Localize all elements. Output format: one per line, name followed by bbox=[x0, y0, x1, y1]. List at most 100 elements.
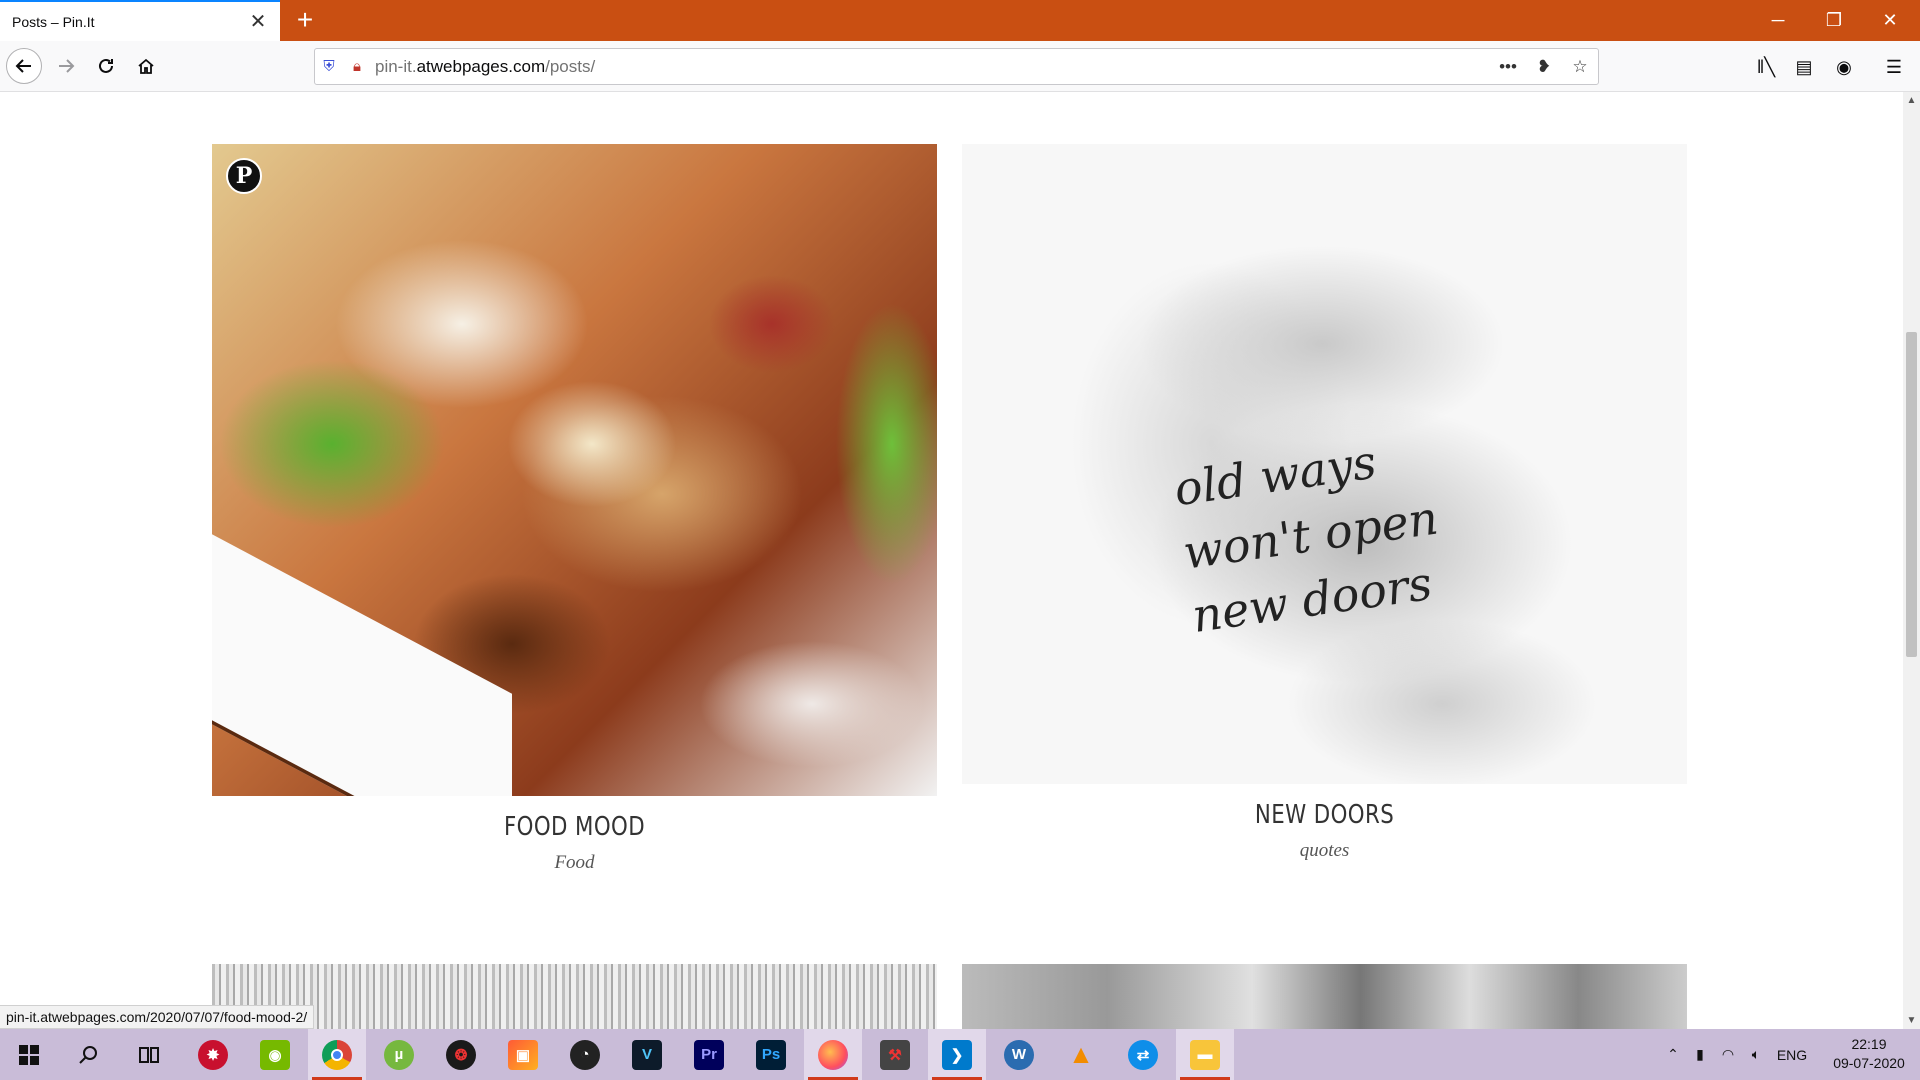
navigation-toolbar: ⛨ 🔒︎ pin-it.atwebpages.com/posts/ ••• ❥ … bbox=[0, 41, 1920, 92]
premiere-icon: Pr bbox=[694, 1039, 724, 1070]
taskbar-app-utorrent[interactable]: µ bbox=[370, 1029, 428, 1080]
clock[interactable]: 22:19 09-07-2020 bbox=[1826, 1035, 1912, 1073]
vscode-icon: ❯ bbox=[942, 1039, 972, 1070]
shield-app-icon: ❂ bbox=[446, 1039, 476, 1070]
sidebar-icon[interactable]: ▤ bbox=[1790, 53, 1818, 81]
search-icon bbox=[79, 1045, 97, 1064]
teamviewer-icon: ⇄ bbox=[1128, 1039, 1158, 1070]
back-button[interactable] bbox=[6, 48, 42, 84]
scroll-down-icon[interactable]: ▼ bbox=[1903, 1012, 1920, 1029]
taskbar-app-firefox[interactable] bbox=[804, 1029, 862, 1080]
system-tray: ⌃ ▮ ◠ 🔈︎ ENG bbox=[1660, 1029, 1814, 1080]
back-arrow-icon bbox=[15, 59, 31, 73]
close-window-icon[interactable]: ✕ bbox=[1862, 0, 1918, 41]
account-icon[interactable]: ◉ bbox=[1830, 53, 1858, 81]
bookmark-star-icon[interactable]: ☆ bbox=[1562, 57, 1598, 77]
nvidia-icon: ◉ bbox=[260, 1039, 290, 1070]
url-host: atwebpages.com bbox=[416, 56, 546, 76]
language-indicator[interactable]: ENG bbox=[1770, 1047, 1814, 1063]
link-status-bar: pin-it.atwebpages.com/2020/07/07/food-mo… bbox=[0, 1005, 315, 1029]
tab-title: Posts – Pin.It bbox=[12, 13, 95, 30]
restore-icon[interactable]: ❐ bbox=[1806, 0, 1862, 41]
red-app-icon: ✸ bbox=[198, 1039, 228, 1070]
clock-date: 09-07-2020 bbox=[1833, 1055, 1905, 1071]
home-button[interactable] bbox=[128, 48, 164, 84]
wifi-icon[interactable]: ◠ bbox=[1714, 1046, 1742, 1063]
taskbar-app-file-explorer[interactable]: ▬ bbox=[1176, 1029, 1234, 1080]
page-viewport: P FOOD MOOD Food old ways won't open new… bbox=[0, 92, 1903, 1029]
photoshop-icon: Ps bbox=[756, 1039, 786, 1070]
post-card-food-mood[interactable]: P FOOD MOOD Food bbox=[212, 144, 937, 874]
url-host-prefix: pin-it. bbox=[375, 56, 417, 76]
clock-time: 22:19 bbox=[1851, 1036, 1887, 1052]
taskbar-app-vlc[interactable]: ▲ bbox=[1052, 1029, 1110, 1080]
tab-close-icon[interactable]: ✕ bbox=[248, 9, 268, 34]
folder-icon: ▬ bbox=[1190, 1039, 1220, 1070]
start-button[interactable] bbox=[0, 1029, 58, 1080]
post-title[interactable]: FOOD MOOD bbox=[277, 812, 872, 842]
post-title[interactable]: NEW DOORS bbox=[1027, 800, 1622, 830]
taskbar-app-w[interactable]: W bbox=[990, 1029, 1048, 1080]
speedometer-icon: ◔ bbox=[570, 1039, 600, 1070]
volume-icon[interactable]: 🔈︎ bbox=[1742, 1046, 1770, 1063]
tab-posts[interactable]: Posts – Pin.It ✕ bbox=[0, 0, 280, 41]
browser-titlebar: Posts – Pin.It ✕ + ─ ❐ ✕ bbox=[0, 0, 1920, 41]
toolbox-icon: ⚒ bbox=[880, 1039, 910, 1070]
taskbar-app-red[interactable]: ✸ bbox=[184, 1029, 242, 1080]
taskbar-app-photoshop[interactable]: Ps bbox=[742, 1029, 800, 1080]
quote-text: old ways won't open new doors bbox=[1170, 412, 1524, 648]
vertical-scrollbar[interactable]: ▲ ▼ bbox=[1903, 92, 1920, 1029]
windows-icon bbox=[19, 1044, 39, 1065]
post-category[interactable]: quotes bbox=[962, 840, 1687, 862]
post-image-quote[interactable]: old ways won't open new doors bbox=[962, 144, 1687, 784]
chrome-icon bbox=[322, 1039, 352, 1070]
taskbar-app-premiere[interactable]: Pr bbox=[680, 1029, 738, 1080]
post-image-food[interactable]: P bbox=[212, 144, 937, 796]
url-bar[interactable]: ⛨ 🔒︎ pin-it.atwebpages.com/posts/ ••• ❥ … bbox=[314, 48, 1599, 85]
taskbar-app-vscode[interactable]: ❯ bbox=[928, 1029, 986, 1080]
task-view-icon bbox=[139, 1046, 159, 1063]
scrollbar-thumb[interactable] bbox=[1906, 332, 1917, 657]
scroll-up-icon[interactable]: ▲ bbox=[1903, 92, 1920, 109]
post-card-new-doors[interactable]: old ways won't open new doors NEW DOORS … bbox=[962, 144, 1687, 862]
search-button[interactable] bbox=[60, 1029, 118, 1080]
box-app-icon: ▣ bbox=[508, 1039, 538, 1070]
url-text[interactable]: pin-it.atwebpages.com/posts/ bbox=[371, 57, 1490, 77]
new-tab-button[interactable]: + bbox=[290, 6, 320, 36]
utorrent-icon: µ bbox=[384, 1039, 414, 1070]
taskbar-app-box[interactable]: ▣ bbox=[494, 1029, 552, 1080]
vegas-icon: V bbox=[632, 1039, 662, 1070]
taskbar-app-toolbox[interactable]: ⚒ bbox=[866, 1029, 924, 1080]
firefox-icon bbox=[818, 1039, 848, 1070]
post-image-next-left[interactable] bbox=[212, 964, 937, 1029]
w-app-icon: W bbox=[1004, 1039, 1034, 1070]
pocket-icon[interactable]: ❥ bbox=[1526, 57, 1562, 77]
pinterest-save-icon[interactable]: P bbox=[226, 158, 262, 194]
show-hidden-icons-icon[interactable]: ⌃ bbox=[1660, 1046, 1686, 1063]
plate-shape bbox=[212, 534, 512, 796]
home-icon bbox=[138, 58, 154, 74]
windows-taskbar: ✸ ◉ µ ❂ ▣ ◔ V Pr Ps ⚒ ❯ W ▲ ⇄ ▬ ⌃ ▮ ◠ 🔈︎… bbox=[0, 1029, 1920, 1080]
vlc-icon: ▲ bbox=[1068, 1039, 1094, 1069]
taskbar-app-chrome[interactable] bbox=[308, 1029, 366, 1080]
url-path: /posts/ bbox=[545, 56, 596, 76]
battery-icon[interactable]: ▮ bbox=[1686, 1046, 1714, 1063]
reload-button[interactable] bbox=[88, 48, 124, 84]
menu-icon[interactable]: ☰ bbox=[1880, 53, 1908, 81]
task-view-button[interactable] bbox=[120, 1029, 178, 1080]
taskbar-app-vegas[interactable]: V bbox=[618, 1029, 676, 1080]
post-image-next-right[interactable] bbox=[962, 964, 1687, 1029]
taskbar-app-nvidia[interactable]: ◉ bbox=[246, 1029, 304, 1080]
reload-icon bbox=[99, 58, 113, 73]
page-actions-icon[interactable]: ••• bbox=[1490, 57, 1526, 77]
tracking-protection-icon[interactable]: ⛨ bbox=[315, 58, 343, 75]
forward-arrow-icon bbox=[59, 59, 75, 73]
taskbar-app-speed[interactable]: ◔ bbox=[556, 1029, 614, 1080]
minimize-icon[interactable]: ─ bbox=[1750, 0, 1806, 41]
forward-button[interactable] bbox=[48, 48, 84, 84]
taskbar-app-shield[interactable]: ❂ bbox=[432, 1029, 490, 1080]
insecure-connection-icon[interactable]: 🔒︎ bbox=[343, 58, 371, 75]
taskbar-app-teamviewer[interactable]: ⇄ bbox=[1114, 1029, 1172, 1080]
library-icon[interactable]: ‖╲ bbox=[1752, 53, 1780, 81]
post-category[interactable]: Food bbox=[212, 852, 937, 874]
